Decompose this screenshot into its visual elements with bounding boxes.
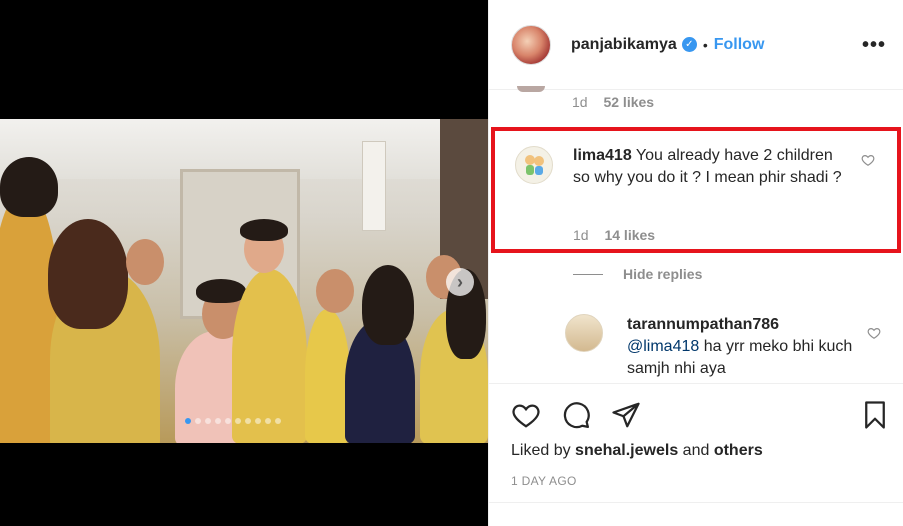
photo-hair <box>0 157 58 217</box>
comment-area-divider <box>489 502 903 503</box>
post-photo[interactable]: › <box>0 119 488 443</box>
photo-person <box>232 269 307 443</box>
carousel-dots <box>185 418 281 424</box>
previous-comment-avatar[interactable] <box>517 86 545 92</box>
replies-divider-line <box>573 273 603 275</box>
verified-badge-icon: ✓ <box>681 37 697 52</box>
comment-bubble-icon[interactable] <box>561 400 591 430</box>
post-header: panjabikamya ✓ • Follow ••• <box>489 0 903 90</box>
header-separator: • <box>702 36 708 53</box>
photo-head <box>126 239 164 285</box>
hide-replies-button[interactable]: Hide replies <box>573 266 702 282</box>
comment-text-block: lima418 You already have 2 children so w… <box>573 145 845 189</box>
carousel-dot[interactable] <box>245 418 251 424</box>
poster-username[interactable]: panjabikamya <box>571 36 677 54</box>
previous-comment-meta: 1d 52 likes <box>572 94 654 110</box>
like-heart-icon[interactable] <box>511 400 541 430</box>
liked-by-joiner: and <box>682 442 710 459</box>
bookmark-icon[interactable] <box>860 400 890 430</box>
highlighted-comment: lima418 You already have 2 children so w… <box>491 127 901 253</box>
comment-like-heart-icon[interactable] <box>861 153 875 167</box>
reply-text-block: tarannumpathan786 @lima418 ha yrr meko b… <box>627 314 857 380</box>
previous-comment-time[interactable]: 1d <box>572 94 588 110</box>
photo-hair <box>362 265 414 345</box>
carousel-dot[interactable] <box>205 418 211 424</box>
carousel-dot[interactable] <box>235 418 241 424</box>
carousel-dot[interactable] <box>255 418 261 424</box>
post-side-panel: panjabikamya ✓ • Follow ••• 1d 52 likes … <box>488 0 903 526</box>
carousel-next-arrow[interactable]: › <box>446 268 474 296</box>
reply-mention-link[interactable]: @lima418 <box>627 338 699 355</box>
photo-hair <box>196 279 246 303</box>
carousel-dot[interactable] <box>215 418 221 424</box>
liked-by-prefix: Liked by <box>511 442 571 459</box>
commenter-avatar[interactable] <box>515 146 553 184</box>
photo-hair <box>240 219 288 241</box>
photo-hair <box>48 219 128 329</box>
liked-by-others[interactable]: others <box>714 442 763 459</box>
comment-time[interactable]: 1d <box>573 227 589 243</box>
post-actions-area: Liked by snehal.jewels and others 1 DAY … <box>489 383 903 526</box>
cartoon-avatar-icon <box>525 155 544 175</box>
post-timestamp[interactable]: 1 DAY AGO <box>511 474 577 488</box>
action-icons <box>511 400 641 430</box>
photo-head <box>316 269 354 313</box>
follow-button[interactable]: Follow <box>714 36 765 54</box>
carousel-dot[interactable] <box>225 418 231 424</box>
carousel-dot[interactable] <box>185 418 191 424</box>
reply-like-heart-icon[interactable] <box>867 326 881 340</box>
carousel-dot[interactable] <box>265 418 271 424</box>
more-options-icon[interactable]: ••• <box>862 34 886 57</box>
carousel-dot[interactable] <box>275 418 281 424</box>
reply-username[interactable]: tarannumpathan786 <box>627 316 779 333</box>
commenter-username[interactable]: lima418 <box>573 147 632 164</box>
liked-by-summary: Liked by snehal.jewels and others <box>511 442 763 460</box>
post-media-area: › <box>0 0 488 526</box>
photo-wall-frame <box>362 141 386 231</box>
reply-avatar[interactable] <box>565 314 603 352</box>
carousel-dot[interactable] <box>195 418 201 424</box>
comment-meta: 1d 14 likes <box>573 227 655 243</box>
comment-likes[interactable]: 14 likes <box>604 227 655 243</box>
share-paper-plane-icon[interactable] <box>611 400 641 430</box>
hide-replies-label: Hide replies <box>623 266 703 282</box>
previous-comment-likes[interactable]: 52 likes <box>603 94 654 110</box>
photo-person <box>305 309 350 443</box>
poster-avatar[interactable] <box>511 24 551 65</box>
liked-by-user[interactable]: snehal.jewels <box>575 442 678 459</box>
